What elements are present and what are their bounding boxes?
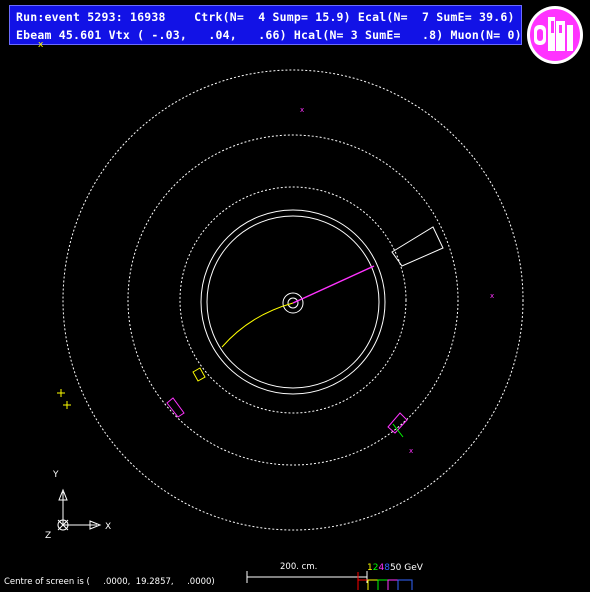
- hcal-boundary-ring: [127, 134, 459, 466]
- muon-hit-right: x: [490, 292, 494, 300]
- marker-top-left: x: [38, 40, 44, 50]
- energy-legend-labels: 124850 GeV: [367, 563, 423, 573]
- track-yellow: [221, 302, 294, 348]
- jet-chamber-outer: [200, 209, 386, 395]
- ecal-cluster-yellow: [192, 367, 206, 382]
- axis-y-label: Y: [53, 470, 59, 480]
- scale-bar-label: 200. cm.: [280, 562, 318, 572]
- screen-centre-coordinates: Centre of screen is ( .0000, 19.2857, .0…: [4, 577, 215, 587]
- axis-x-label: X: [105, 522, 112, 532]
- axis-z-label: Z: [45, 531, 52, 541]
- jet-chamber-inner: [206, 215, 380, 389]
- yellow-cross-markers: [57, 389, 71, 409]
- ecal-cluster-left: [166, 397, 185, 418]
- energy-label-50: 50 GeV: [389, 563, 423, 573]
- outer-boundary-ring: [62, 69, 524, 531]
- muon-hit-top: x: [300, 106, 304, 114]
- event-display: x x x x: [38, 40, 524, 590]
- muon-hit-bottom: x: [409, 447, 413, 455]
- ecal-boundary-ring: [179, 186, 407, 414]
- axis-triad-icon: [57, 488, 102, 531]
- footer: Centre of screen is ( .0000, 19.2857, .0…: [0, 575, 590, 592]
- hcal-cluster-box: [391, 226, 444, 267]
- track-magenta: [292, 265, 375, 304]
